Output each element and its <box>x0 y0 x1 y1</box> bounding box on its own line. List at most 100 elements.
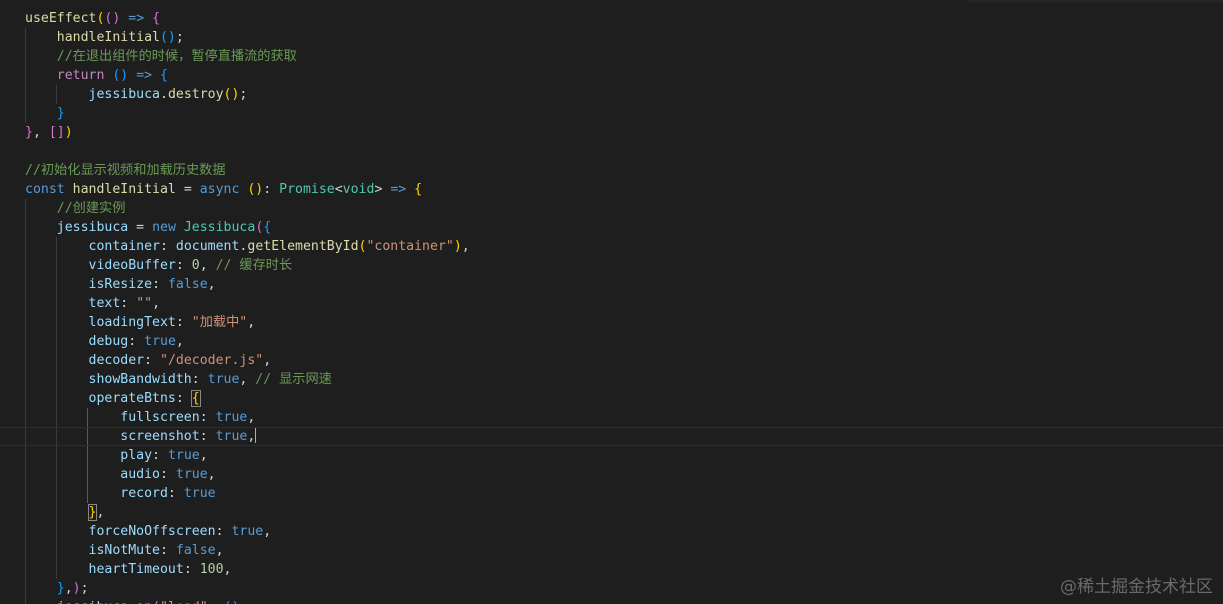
code-line[interactable]: screenshot: true, <box>0 427 1223 446</box>
code-line[interactable] <box>0 142 1223 161</box>
code-token: => <box>128 11 145 26</box>
code-line[interactable]: jessibuca.destroy(); <box>0 85 1223 104</box>
code-token: { <box>152 11 161 26</box>
code-token: //创建实例 <box>56 201 126 216</box>
code-token: => <box>136 68 153 83</box>
code-token: , <box>461 239 470 254</box>
code-line[interactable]: audio: true, <box>0 465 1223 484</box>
code-line[interactable]: isNotMute: false, <box>0 541 1223 560</box>
code-line[interactable]: return () => { <box>0 66 1223 85</box>
code-line[interactable]: container: document.getElementById("cont… <box>0 237 1223 256</box>
code-text: loadingText: "加载中", <box>25 313 256 332</box>
code-line[interactable]: videoBuffer: 0, // 缓存时长 <box>0 256 1223 275</box>
code-token: } <box>56 106 65 121</box>
code-line[interactable]: showBandwidth: true, // 显示网速 <box>0 370 1223 389</box>
code-token: , <box>207 467 216 482</box>
code-token: "load" <box>160 600 208 604</box>
code-token: 100 <box>199 562 224 577</box>
code-line[interactable]: //在退出组件的时候，暂停直播流的获取 <box>0 47 1223 66</box>
code-text: const handleInitial = async (): Promise<… <box>25 180 422 199</box>
code-token: = <box>175 182 200 197</box>
code-token: ; <box>239 87 248 102</box>
code-token: true <box>175 467 208 482</box>
code-token: : <box>152 448 168 463</box>
code-line[interactable]: forceNoOffscreen: true, <box>0 522 1223 541</box>
code-line[interactable]: }, []) <box>0 123 1223 142</box>
code-token: // 缓存时长 <box>215 258 293 273</box>
code-line[interactable]: handleInitial(); <box>0 28 1223 47</box>
code-token: isResize <box>88 277 153 292</box>
code-token: , <box>96 505 105 520</box>
code-line[interactable]: text: "", <box>0 294 1223 313</box>
code-line[interactable]: play: true, <box>0 446 1223 465</box>
code-token: [] <box>48 125 65 140</box>
code-line[interactable]: loadingText: "加载中", <box>0 313 1223 332</box>
code-line[interactable]: decoder: "/decoder.js", <box>0 351 1223 370</box>
code-token: () <box>224 600 240 604</box>
code-token: "container" <box>366 239 454 254</box>
code-line[interactable]: operateBtns: { <box>0 389 1223 408</box>
code-token: ) <box>64 125 73 140</box>
code-line[interactable]: //创建实例 <box>0 199 1223 218</box>
code-line[interactable]: } <box>0 104 1223 123</box>
code-token: , <box>247 429 256 444</box>
code-line[interactable]: record: true <box>0 484 1223 503</box>
code-token: : <box>191 372 208 387</box>
code-token: operateBtns <box>88 391 176 406</box>
code-line[interactable]: fullscreen: true, <box>0 408 1223 427</box>
code-token: forceNoOffscreen <box>88 524 216 539</box>
code-token: isNotMute <box>88 543 160 558</box>
code-line[interactable]: useEffect(() => { <box>0 9 1223 28</box>
code-text: } <box>25 104 65 123</box>
code-token: new <box>152 220 176 235</box>
code-token: , <box>152 296 161 311</box>
code-line[interactable]: },); <box>0 579 1223 598</box>
code-token: , <box>223 562 232 577</box>
code-token: } <box>25 125 33 140</box>
code-token: => <box>390 182 407 197</box>
code-line[interactable]: }, <box>0 503 1223 522</box>
code-line[interactable]: jessibuca.on("load", () <box>0 598 1223 604</box>
code-token: Promise <box>279 182 335 197</box>
code-line[interactable]: jessibuca = new Jessibuca({ <box>0 218 1223 237</box>
code-token: , <box>263 353 272 368</box>
code-line[interactable]: const handleInitial = async (): Promise<… <box>0 180 1223 199</box>
code-text: //创建实例 <box>25 199 126 218</box>
code-line[interactable]: heartTimeout: 100, <box>0 560 1223 579</box>
code-token: true <box>215 429 248 444</box>
code-token: jessibuca <box>88 87 160 102</box>
code-token: , <box>32 125 49 140</box>
code-token: async <box>199 182 240 197</box>
watermark: @稀土掘金技术社区 <box>1060 577 1213 597</box>
code-token: container <box>88 239 160 254</box>
code-text: jessibuca = new Jessibuca({ <box>25 218 271 237</box>
code-token: "" <box>136 296 153 311</box>
code-line[interactable]: debug: true, <box>0 332 1223 351</box>
code-text: //初始化显示视频和加载历史数据 <box>25 161 226 180</box>
code-token: () <box>247 182 264 197</box>
code-token: : <box>120 296 137 311</box>
code-token: "/decoder.js" <box>160 353 264 368</box>
code-token: useEffect <box>25 11 97 26</box>
code-token: : <box>175 315 192 330</box>
code-token: decoder <box>88 353 145 368</box>
code-line[interactable]: //初始化显示视频和加载历史数据 <box>0 161 1223 180</box>
code-token: text <box>88 296 121 311</box>
code-text: return () => { <box>25 66 168 85</box>
code-editor[interactable]: useEffect(() => { handleInitial(); //在退出… <box>0 0 1223 604</box>
code-token: , <box>215 543 224 558</box>
code-line[interactable]: isResize: false, <box>0 275 1223 294</box>
code-token: ( <box>152 600 160 604</box>
code-token: handleInitial <box>56 30 160 45</box>
